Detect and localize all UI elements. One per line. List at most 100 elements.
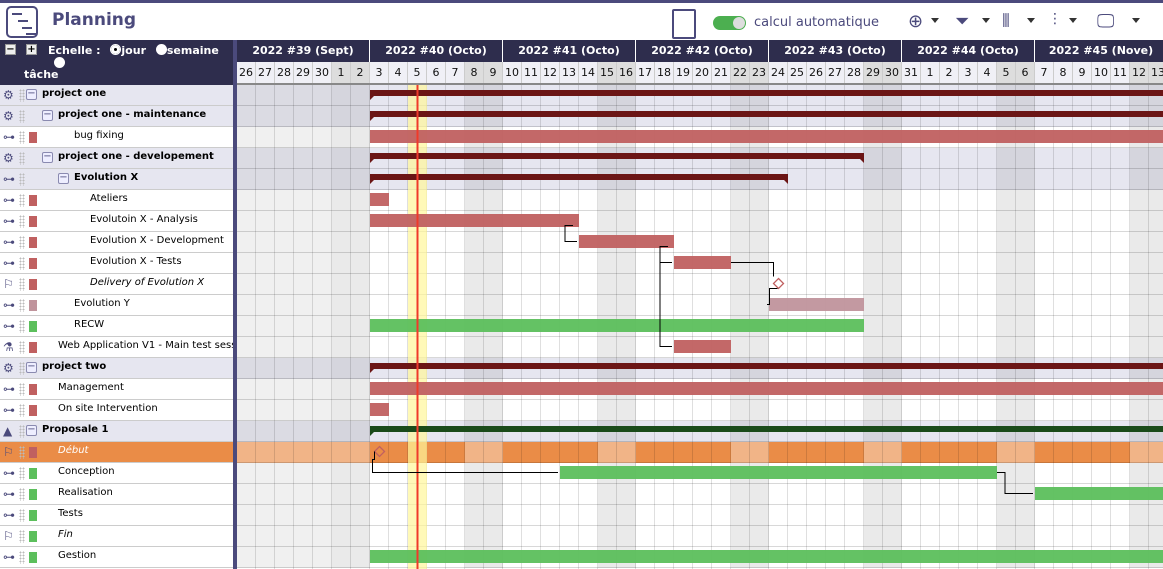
task-row[interactable]: ⊶ On site Intervention xyxy=(0,400,233,421)
task-row[interactable]: ⊶ − Evolution X xyxy=(0,169,233,190)
task-row[interactable]: ⊶ Evolution X - Development xyxy=(0,232,233,253)
task-row[interactable]: ⊶ RECW xyxy=(0,316,233,337)
nonworking-cell xyxy=(997,400,1016,421)
task-bar[interactable] xyxy=(370,130,1163,143)
calculator-icon[interactable] xyxy=(672,9,696,39)
task-bar[interactable] xyxy=(674,340,731,353)
planning-logo-icon xyxy=(6,6,38,38)
collapse-toggle[interactable]: − xyxy=(26,362,37,373)
day-label: 15 xyxy=(598,62,617,83)
task-bar[interactable] xyxy=(370,193,389,206)
collapse-toggle[interactable]: − xyxy=(42,152,53,163)
task-row[interactable]: ⚙ − project one - developement xyxy=(0,148,233,169)
task-bar[interactable] xyxy=(1035,487,1163,500)
task-row[interactable]: ⊶ Conception xyxy=(0,463,233,484)
task-row[interactable]: ⊶ Evolutoin X - Analysis xyxy=(0,211,233,232)
task-row[interactable]: ⚐ Delivery of Evolution X xyxy=(0,274,233,295)
scale-option-semaine[interactable]: semaine xyxy=(167,44,219,57)
collapse-toggle[interactable]: − xyxy=(26,425,37,436)
nonworking-cell xyxy=(1130,274,1149,295)
drag-handle[interactable] xyxy=(19,362,25,375)
scale-radio-jour[interactable] xyxy=(110,44,122,55)
drag-handle[interactable] xyxy=(19,488,25,501)
task-row[interactable]: ▲ − Proposale 1 xyxy=(0,421,233,442)
task-row[interactable]: ⊶ Evolution X - Tests xyxy=(0,253,233,274)
rows-icon[interactable]: ⋮ xyxy=(1048,11,1062,27)
drag-handle[interactable] xyxy=(19,341,25,354)
task-row[interactable]: ⊶ Tests xyxy=(0,505,233,526)
drag-handle[interactable] xyxy=(19,425,25,438)
task-row[interactable]: ⚐ Début xyxy=(0,442,233,463)
nonworking-cell xyxy=(731,526,750,547)
task-bar[interactable] xyxy=(370,403,389,416)
task-bar[interactable] xyxy=(370,382,1163,395)
task-bar[interactable] xyxy=(370,319,864,332)
drag-handle[interactable] xyxy=(19,215,25,228)
chevron-down-icon[interactable] xyxy=(1132,18,1140,23)
drag-handle[interactable] xyxy=(19,152,25,165)
drag-handle[interactable] xyxy=(19,509,25,522)
color-swatch xyxy=(29,258,37,269)
drag-handle[interactable] xyxy=(19,551,25,564)
task-row[interactable]: ⊶ Evolution Y xyxy=(0,295,233,316)
scale-radio-more[interactable] xyxy=(54,57,65,68)
task-row[interactable]: ⚙ − project one xyxy=(0,85,233,106)
nonworking-cell xyxy=(332,127,351,148)
task-row[interactable]: ⚙ − project one - maintenance xyxy=(0,106,233,127)
nonworking-cell xyxy=(313,295,332,316)
chevron-down-icon[interactable] xyxy=(931,18,939,23)
summary-bar[interactable] xyxy=(370,363,1163,369)
drag-handle[interactable] xyxy=(19,257,25,270)
task-column-header[interactable]: tâche xyxy=(24,68,59,81)
drag-handle[interactable] xyxy=(19,467,25,480)
collapse-toggle[interactable]: − xyxy=(26,89,37,100)
nonworking-cell xyxy=(256,211,275,232)
drag-handle[interactable] xyxy=(19,173,25,186)
filter-icon[interactable]: ⏷ xyxy=(955,11,969,32)
task-bar[interactable] xyxy=(769,298,864,311)
task-row[interactable]: ⊶ Realisation xyxy=(0,484,233,505)
collapse-toggle[interactable]: − xyxy=(42,110,53,121)
task-row[interactable]: ⚗ Web Application V1 - Main test session xyxy=(0,337,233,358)
task-row[interactable]: ⊶ Ateliers xyxy=(0,190,233,211)
drag-handle[interactable] xyxy=(19,299,25,312)
display-icon[interactable]: 🖵 xyxy=(1097,11,1114,32)
drag-handle[interactable] xyxy=(19,89,25,102)
columns-icon[interactable]: ⦀ xyxy=(1002,11,1010,32)
task-row[interactable]: ⊶ Management xyxy=(0,379,233,400)
drag-handle[interactable] xyxy=(19,446,25,459)
drag-handle[interactable] xyxy=(19,131,25,144)
summary-bar[interactable] xyxy=(370,153,864,159)
drag-handle[interactable] xyxy=(19,530,25,543)
task-bar[interactable] xyxy=(560,466,997,479)
expand-all-button[interactable]: + xyxy=(26,44,37,55)
scale-radio-semaine[interactable] xyxy=(155,44,167,55)
drag-handle[interactable] xyxy=(19,383,25,396)
drag-handle[interactable] xyxy=(19,236,25,249)
task-row[interactable]: ⚙ − project two xyxy=(0,358,233,379)
task-bar[interactable] xyxy=(370,550,1163,563)
scale-option-jour[interactable]: jour xyxy=(121,44,146,57)
auto-calc-toggle[interactable] xyxy=(713,16,746,30)
summary-bar[interactable] xyxy=(370,90,1163,96)
task-row[interactable]: ⚐ Fin xyxy=(0,526,233,547)
drag-handle[interactable] xyxy=(19,404,25,417)
collapse-toggle[interactable]: − xyxy=(58,173,69,184)
task-row[interactable]: ⊶ Gestion xyxy=(0,547,233,568)
task-bar[interactable] xyxy=(674,256,731,269)
summary-bar[interactable] xyxy=(370,111,1163,117)
drag-handle[interactable] xyxy=(19,320,25,333)
summary-bar[interactable] xyxy=(370,174,788,180)
drag-handle[interactable] xyxy=(19,194,25,207)
chevron-down-icon[interactable] xyxy=(982,18,990,23)
summary-bar[interactable] xyxy=(370,426,1163,432)
add-icon[interactable]: ⊕ xyxy=(908,11,923,32)
chevron-down-icon[interactable] xyxy=(1027,18,1035,23)
drag-handle[interactable] xyxy=(19,278,25,291)
task-bar[interactable] xyxy=(370,214,579,227)
chevron-down-icon[interactable] xyxy=(1069,18,1077,23)
drag-handle[interactable] xyxy=(19,110,25,123)
nonworking-cell xyxy=(351,190,370,211)
task-row[interactable]: ⊶ bug fixing xyxy=(0,127,233,148)
collapse-all-button[interactable]: − xyxy=(5,44,16,55)
